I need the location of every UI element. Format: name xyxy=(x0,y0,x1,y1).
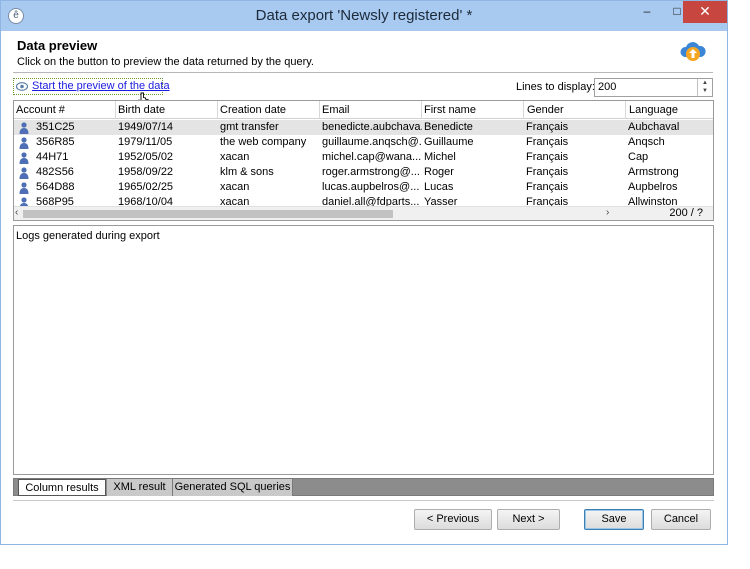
grid-header: Account # Birth date Creation date Email… xyxy=(14,101,713,119)
data-preview-grid[interactable]: Account # Birth date Creation date Email… xyxy=(13,100,714,221)
cell-account: 482S56 xyxy=(36,166,74,178)
cell-birth-date: 1949/07/14 xyxy=(118,121,174,133)
cell-first-name: Benedicte xyxy=(424,121,473,133)
cell-language: Aupbelros xyxy=(628,181,678,193)
row-count: 200 / ? xyxy=(669,207,703,219)
tab-xml-result[interactable]: XML result xyxy=(107,479,173,496)
person-icon xyxy=(19,137,29,149)
cell-language: Anqsch xyxy=(628,136,665,148)
tab-generated-sql-queries[interactable]: Generated SQL queries xyxy=(173,479,293,496)
scroll-left-icon[interactable]: ‹ xyxy=(15,207,18,218)
minimize-button[interactable]: – xyxy=(632,1,662,23)
column-header-language[interactable]: Language xyxy=(629,104,678,116)
start-preview-link[interactable]: Start the preview of the data xyxy=(32,80,170,92)
horizontal-scrollbar[interactable]: ‹ › xyxy=(14,206,713,220)
cell-account: 44H71 xyxy=(36,151,69,163)
cell-account: 356R85 xyxy=(36,136,75,148)
column-header-email[interactable]: Email xyxy=(322,104,350,116)
cell-birth-date: 1958/09/22 xyxy=(118,166,174,178)
page-header: Data preview Click on the button to prev… xyxy=(2,31,726,73)
cell-gender: Français xyxy=(526,181,569,193)
column-divider[interactable] xyxy=(421,101,422,119)
cell-email: benedicte.aubchava... xyxy=(322,121,422,133)
tab-column-results[interactable]: Column results xyxy=(18,479,106,496)
column-header-birth-date[interactable]: Birth date xyxy=(118,104,165,116)
lines-to-display-stepper[interactable]: 200 ▲ ▼ xyxy=(594,78,713,97)
cell-first-name: Lucas xyxy=(424,181,454,193)
cell-first-name: Guillaume xyxy=(424,136,474,148)
cell-first-name: Roger xyxy=(424,166,454,178)
cell-account: 351C25 xyxy=(36,121,75,133)
column-divider[interactable] xyxy=(625,101,626,119)
table-row[interactable]: 351C25 1949/07/14 gmt transfer benedicte.au… xyxy=(14,120,713,135)
cloud-upload-icon xyxy=(680,42,706,61)
cell-email: roger.armstrong@... xyxy=(322,166,420,178)
close-button[interactable]: ✕ xyxy=(683,1,727,23)
cell-creation-date: xacan xyxy=(220,151,250,163)
cell-gender: Français xyxy=(526,121,569,133)
table-row[interactable]: 356R85 1979/11/05 the web company guillaume… xyxy=(14,135,713,150)
table-row[interactable]: 564D88 1965/02/25 xacan lucas.aupbelros@...… xyxy=(14,180,713,195)
scroll-right-icon[interactable]: › xyxy=(606,207,609,218)
previous-button[interactable]: < Previous xyxy=(414,509,492,530)
next-button[interactable]: Next > xyxy=(497,509,560,530)
column-header-gender[interactable]: Gender xyxy=(527,104,564,116)
column-header-creation-date[interactable]: Creation date xyxy=(220,104,286,116)
column-divider[interactable] xyxy=(217,101,218,119)
cancel-button[interactable]: Cancel xyxy=(651,509,711,530)
spin-up-icon[interactable]: ▲ xyxy=(698,79,712,87)
header-separator xyxy=(13,72,713,73)
export-logs-panel[interactable]: Logs generated during export xyxy=(13,225,714,475)
column-header-account[interactable]: Account # xyxy=(16,104,65,116)
cell-language: Armstrong xyxy=(628,166,679,178)
person-icon xyxy=(19,152,29,164)
cell-creation-date: the web company xyxy=(220,136,307,148)
person-icon xyxy=(19,122,29,134)
cell-gender: Français xyxy=(526,151,569,163)
cell-creation-date: xacan xyxy=(220,181,250,193)
eye-icon xyxy=(16,82,28,91)
column-divider[interactable] xyxy=(523,101,524,119)
cell-birth-date: 1979/11/05 xyxy=(118,136,173,148)
title-bar[interactable]: ê Data export 'Newsly registered' * – □ … xyxy=(1,1,727,31)
cell-account: 564D88 xyxy=(36,181,75,193)
page-subtitle: Click on the button to preview the data … xyxy=(17,56,314,68)
cell-first-name: Michel xyxy=(424,151,456,163)
table-row[interactable]: 44H71 1952/05/02 xacan michel.cap@wana... Mi… xyxy=(14,150,713,165)
column-header-first-name[interactable]: First name xyxy=(424,104,476,116)
logs-label: Logs generated during export xyxy=(16,230,160,242)
table-row[interactable]: 482S56 1958/09/22 klm & sons roger.armstron… xyxy=(14,165,713,180)
cell-email: lucas.aupbelros@... xyxy=(322,181,420,193)
lines-to-display-label: Lines to display: xyxy=(516,81,595,93)
lines-to-display-value[interactable]: 200 xyxy=(598,81,616,93)
cell-language: Cap xyxy=(628,151,649,163)
person-icon xyxy=(19,167,29,179)
scrollbar-thumb[interactable] xyxy=(23,210,393,218)
window-title: Data export 'Newsly registered' * xyxy=(255,7,473,24)
column-divider[interactable] xyxy=(319,101,320,119)
cell-birth-date: 1965/02/25 xyxy=(118,181,174,193)
save-button[interactable]: Save xyxy=(584,509,644,530)
cell-email: guillaume.anqsch@... xyxy=(322,136,422,148)
cell-email: michel.cap@wana... xyxy=(322,151,422,163)
column-divider[interactable] xyxy=(115,101,116,119)
spin-down-icon[interactable]: ▼ xyxy=(698,87,712,95)
cell-gender: Français xyxy=(526,136,569,148)
person-icon xyxy=(19,182,29,194)
spin-buttons[interactable]: ▲ ▼ xyxy=(697,79,712,96)
cell-creation-date: klm & sons xyxy=(220,166,274,178)
page-title: Data preview xyxy=(17,38,98,53)
result-tabs: Column results XML result Generated SQL … xyxy=(13,478,714,496)
cell-gender: Français xyxy=(526,166,569,178)
cell-creation-date: gmt transfer xyxy=(220,121,279,133)
footer-separator xyxy=(13,500,714,501)
cell-language: Aubchaval xyxy=(628,121,680,133)
cell-birth-date: 1952/05/02 xyxy=(118,151,174,163)
